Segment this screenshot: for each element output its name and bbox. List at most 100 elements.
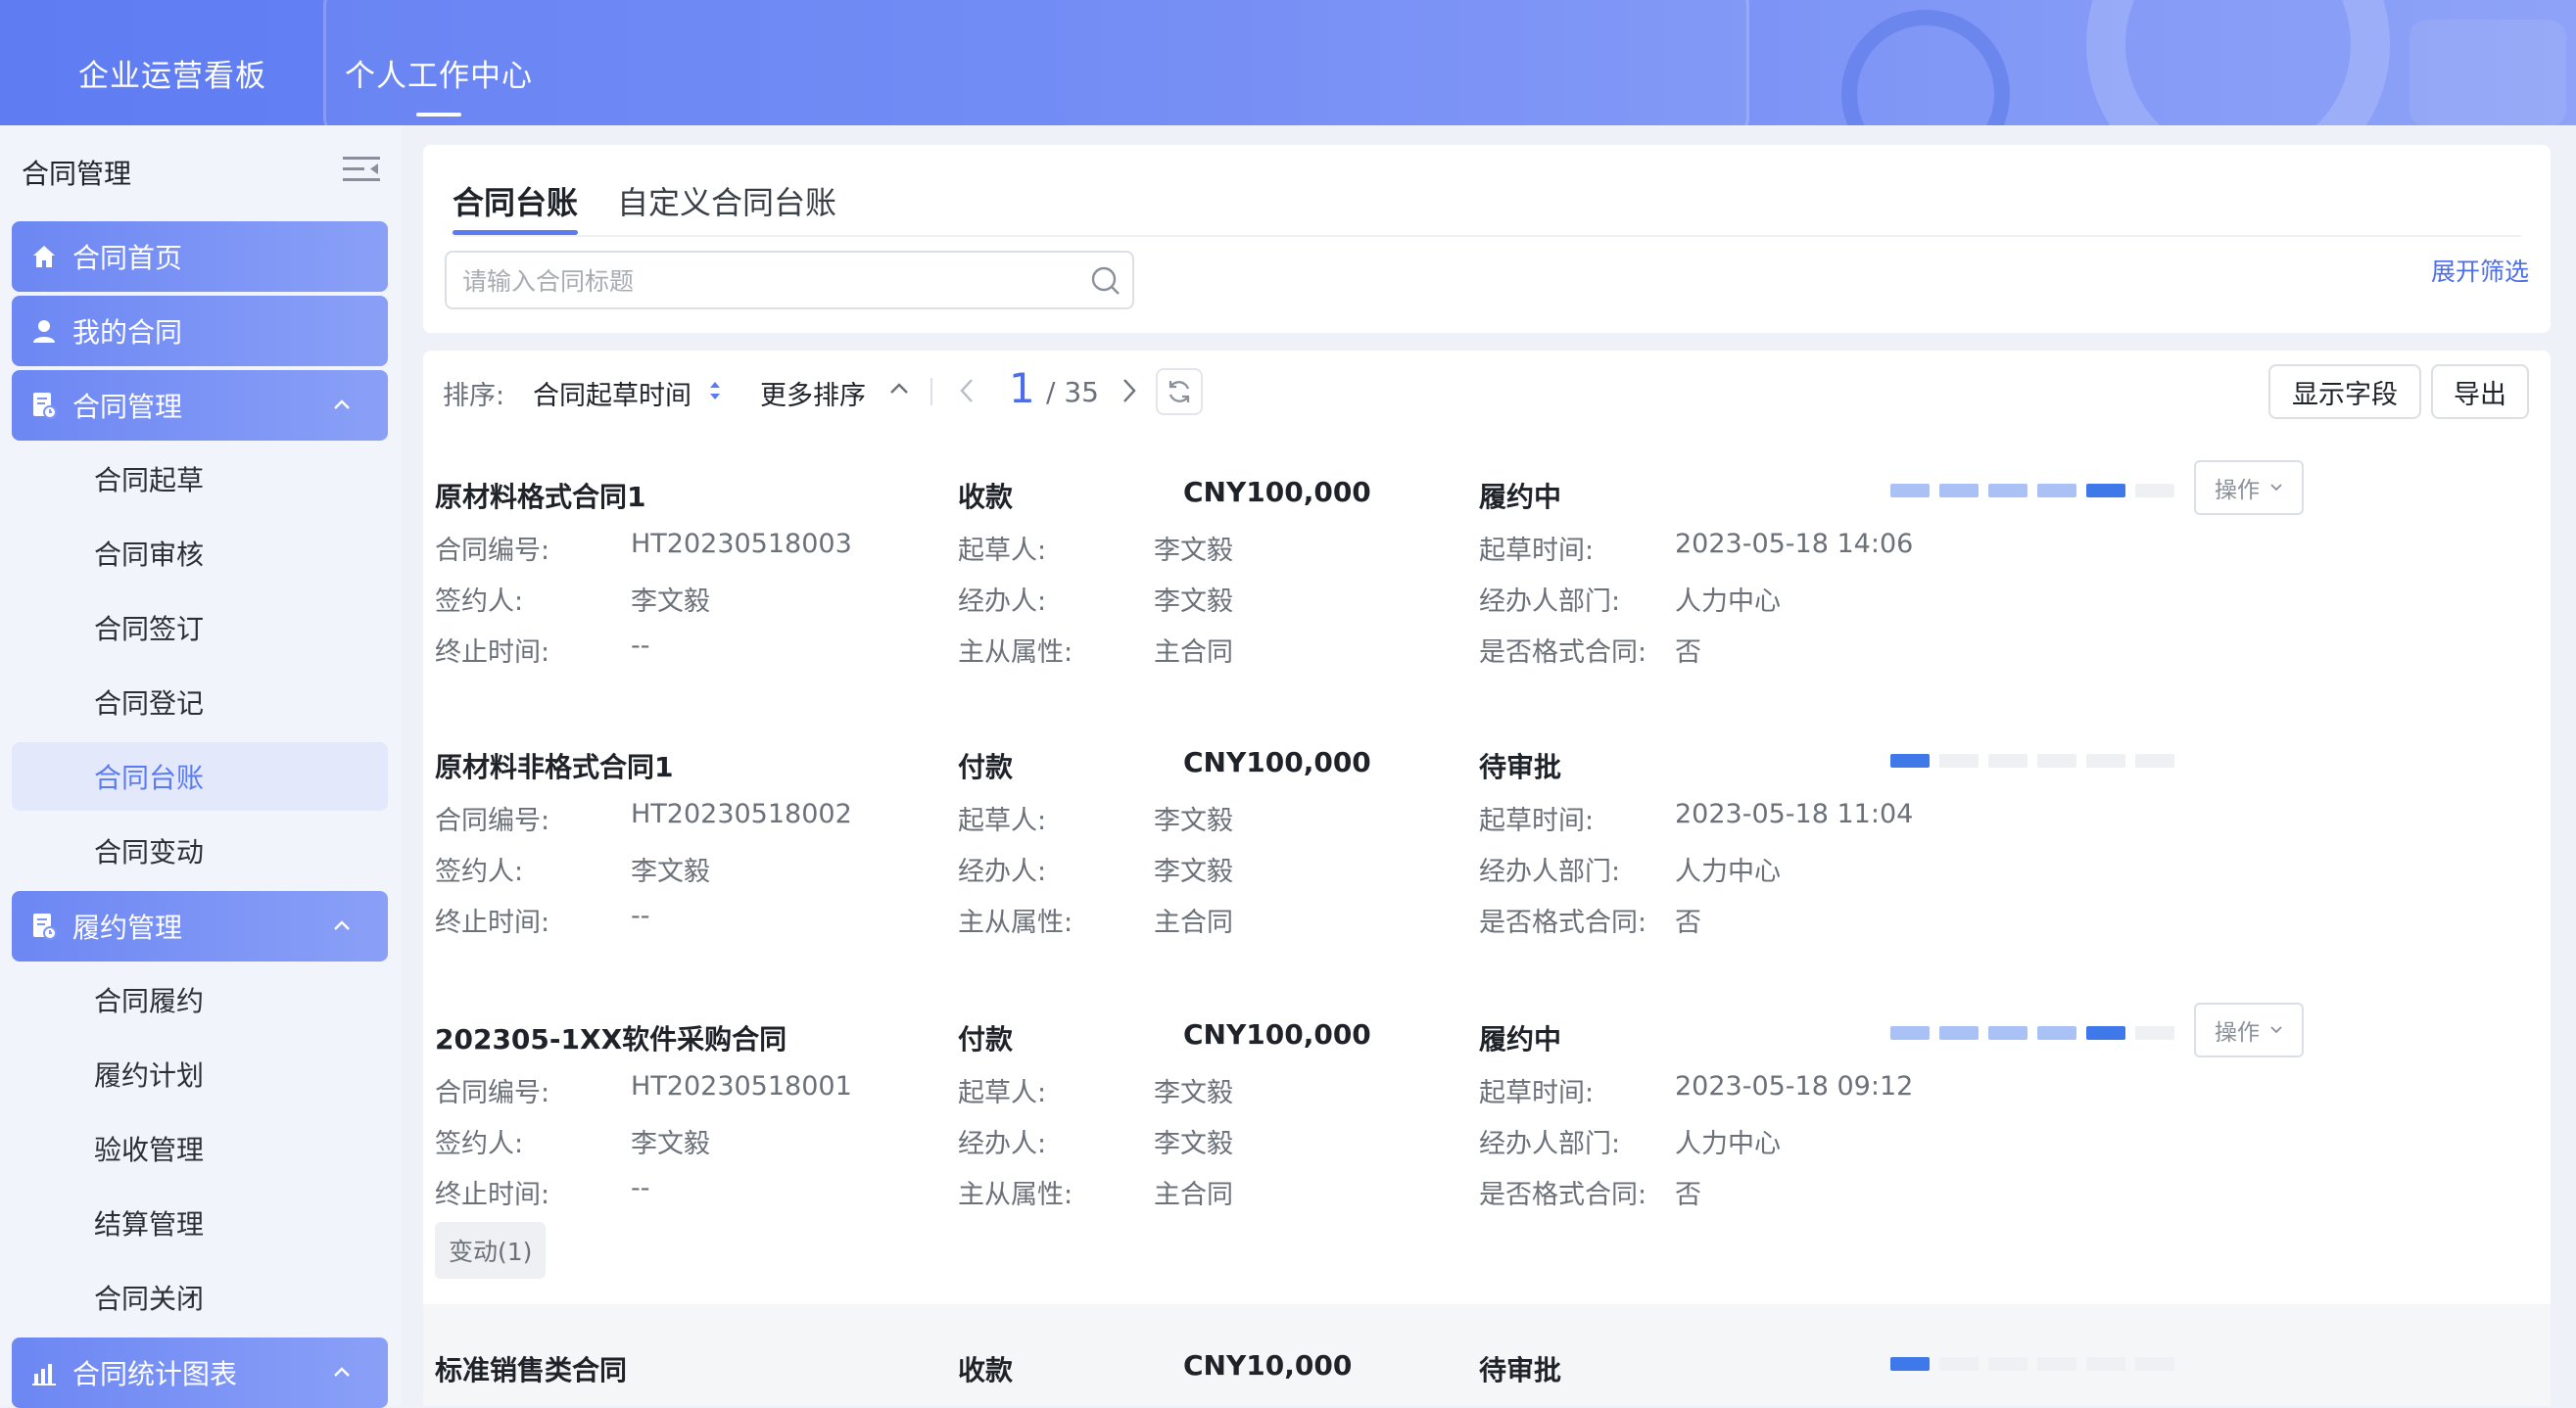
sidebar-group-statistics[interactable]: 合同统计图表 [12, 1338, 388, 1408]
sidebar-item-label: 合同变动 [94, 836, 205, 868]
payment-direction: 付款 [958, 751, 1014, 783]
search-icon[interactable] [1089, 264, 1122, 298]
export-button[interactable]: 导出 [2431, 364, 2529, 419]
show-fields-button[interactable]: 显示字段 [2268, 364, 2421, 419]
label-handler: 经办人: [958, 587, 1047, 617]
sidebar-item-label: 合同管理 [72, 391, 183, 423]
sort-toggle-icon[interactable] [707, 378, 723, 403]
handler: 李文毅 [1154, 857, 1233, 887]
handler-dept: 人力中心 [1675, 1129, 1781, 1159]
sidebar-item-label: 我的合同 [72, 316, 183, 349]
table-row[interactable]: 原材料格式合同1 收款 CNY100,000 履约中 操作 合同编号: HT20… [423, 429, 2551, 703]
contract-title[interactable]: 202305-1XX软件采购合同 [435, 1018, 787, 1057]
more-sort-button[interactable]: 更多排序 [760, 374, 866, 412]
divider [453, 235, 2521, 237]
label-is-format: 是否格式合同: [1479, 908, 1647, 938]
next-page-icon[interactable] [1119, 376, 1140, 405]
sidebar-item-settlement[interactable]: 结算管理 [12, 1189, 388, 1257]
handler: 李文毅 [1154, 587, 1233, 617]
label-handler: 经办人: [958, 1129, 1047, 1159]
signer: 李文毅 [631, 857, 710, 887]
tab-contract-ledger[interactable]: 合同台账 [453, 163, 579, 235]
progress-step [1890, 1026, 1930, 1040]
sidebar-item-acceptance[interactable]: 验收管理 [12, 1114, 388, 1183]
sidebar-item-contract-change[interactable]: 合同变动 [12, 817, 388, 885]
chevron-up-icon[interactable] [887, 378, 911, 399]
header-decoration [2409, 20, 2566, 125]
signer: 李文毅 [631, 1129, 710, 1159]
sidebar-item-contract-performance[interactable]: 合同履约 [12, 965, 388, 1034]
menu-collapse-icon[interactable] [343, 155, 380, 184]
top-nav-workcenter[interactable]: 个人工作中心 [345, 51, 533, 95]
sidebar-group-contract-management[interactable]: 合同管理 [12, 370, 388, 441]
label-handler: 经办人: [958, 857, 1047, 887]
drafter: 李文毅 [1154, 806, 1233, 836]
label-draft-time: 起草时间: [1479, 1078, 1595, 1108]
header-decoration-ring [2086, 0, 2390, 125]
sidebar-item-label: 合同统计图表 [72, 1358, 238, 1390]
progress-step [1890, 1357, 1930, 1371]
sidebar-item-label: 合同关闭 [94, 1283, 205, 1315]
progress-step [2086, 1357, 2125, 1371]
is-format: 否 [1675, 637, 1701, 668]
table-row[interactable]: 202305-1XX软件采购合同 付款 CNY100,000 履约中 操作 合同… [423, 973, 2551, 1306]
sidebar-item-contract-close[interactable]: 合同关闭 [12, 1263, 388, 1332]
label-is-format: 是否格式合同: [1479, 637, 1647, 668]
sidebar-item-contract-draft[interactable]: 合同起草 [12, 445, 388, 513]
chevron-up-icon[interactable] [331, 394, 353, 415]
sort-field-select[interactable]: 合同起草时间 [533, 374, 692, 412]
label-signer: 签约人: [435, 857, 524, 887]
progress-step [2037, 1357, 2076, 1371]
label-handler-dept: 经办人部门: [1479, 1129, 1621, 1159]
contract-amount: CNY100,000 [1183, 476, 1371, 508]
progress-step [1939, 754, 1979, 768]
label-end-time: 终止时间: [435, 908, 550, 938]
refresh-button[interactable] [1156, 368, 1203, 415]
top-nav-dashboard[interactable]: 企业运营看板 [78, 51, 266, 95]
operate-dropdown[interactable]: 操作 [2194, 1003, 2304, 1057]
label-draft-time: 起草时间: [1479, 806, 1595, 836]
chevron-up-icon[interactable] [331, 915, 353, 936]
progress-step [2135, 1357, 2174, 1371]
progress-step [1988, 484, 2027, 497]
draft-time: 2023-05-18 09:12 [1675, 1071, 1914, 1102]
tab-custom-ledger[interactable]: 自定义合同台账 [617, 163, 836, 235]
sidebar-item-contract-sign[interactable]: 合同签订 [12, 593, 388, 662]
sidebar-item-contract-home[interactable]: 合同首页 [12, 221, 388, 292]
sidebar-item-contract-ledger[interactable]: 合同台账 [12, 742, 388, 811]
sidebar-item-label: 合同起草 [94, 464, 205, 496]
expand-filter-link[interactable]: 展开筛选 [2431, 253, 2529, 288]
sidebar-item-contract-register[interactable]: 合同登记 [12, 668, 388, 736]
drafter: 李文毅 [1154, 536, 1233, 566]
top-bar: 企业运营看板 个人工作中心 [0, 0, 2576, 125]
is-format: 否 [1675, 908, 1701, 938]
label-is-format: 是否格式合同: [1479, 1180, 1647, 1210]
chevron-up-icon[interactable] [331, 1361, 353, 1383]
contract-title[interactable]: 原材料非格式合同1 [435, 746, 673, 785]
progress-step [1939, 1026, 1979, 1040]
status-badge: 履约中 [1479, 1023, 1562, 1056]
sidebar-group-performance-management[interactable]: 履约管理 [12, 891, 388, 962]
search-input[interactable] [460, 253, 1072, 309]
sidebar-item-contract-review[interactable]: 合同审核 [12, 519, 388, 587]
progress-step [2086, 484, 2125, 497]
contract-title[interactable]: 原材料格式合同1 [435, 476, 645, 515]
operate-dropdown[interactable]: 操作 [2194, 460, 2304, 515]
sidebar-item-label: 合同台账 [94, 762, 205, 794]
label-handler-dept: 经办人部门: [1479, 587, 1621, 617]
change-count-tag[interactable]: 变动(1) [435, 1222, 547, 1279]
payment-direction: 付款 [958, 1023, 1014, 1056]
header-decoration-ring [1841, 10, 2010, 125]
contract-title[interactable]: 标准销售类合同 [435, 1349, 627, 1388]
sidebar-item-label: 结算管理 [94, 1208, 205, 1241]
draft-time: 2023-05-18 14:06 [1675, 529, 1914, 559]
prev-page-icon[interactable] [956, 376, 978, 405]
sidebar-item-my-contracts[interactable]: 我的合同 [12, 296, 388, 366]
sidebar-item-label: 履约管理 [72, 912, 183, 944]
signer: 李文毅 [631, 587, 710, 617]
label-contract-no: 合同编号: [435, 806, 550, 836]
table-row[interactable]: 原材料非格式合同1 付款 CNY100,000 待审批 合同编号: HT2023… [423, 701, 2551, 975]
table-row[interactable]: 标准销售类合同 收款 CNY10,000 待审批 [423, 1304, 2551, 1406]
progress-step [2086, 1026, 2125, 1040]
sidebar-item-performance-plan[interactable]: 履约计划 [12, 1040, 388, 1108]
